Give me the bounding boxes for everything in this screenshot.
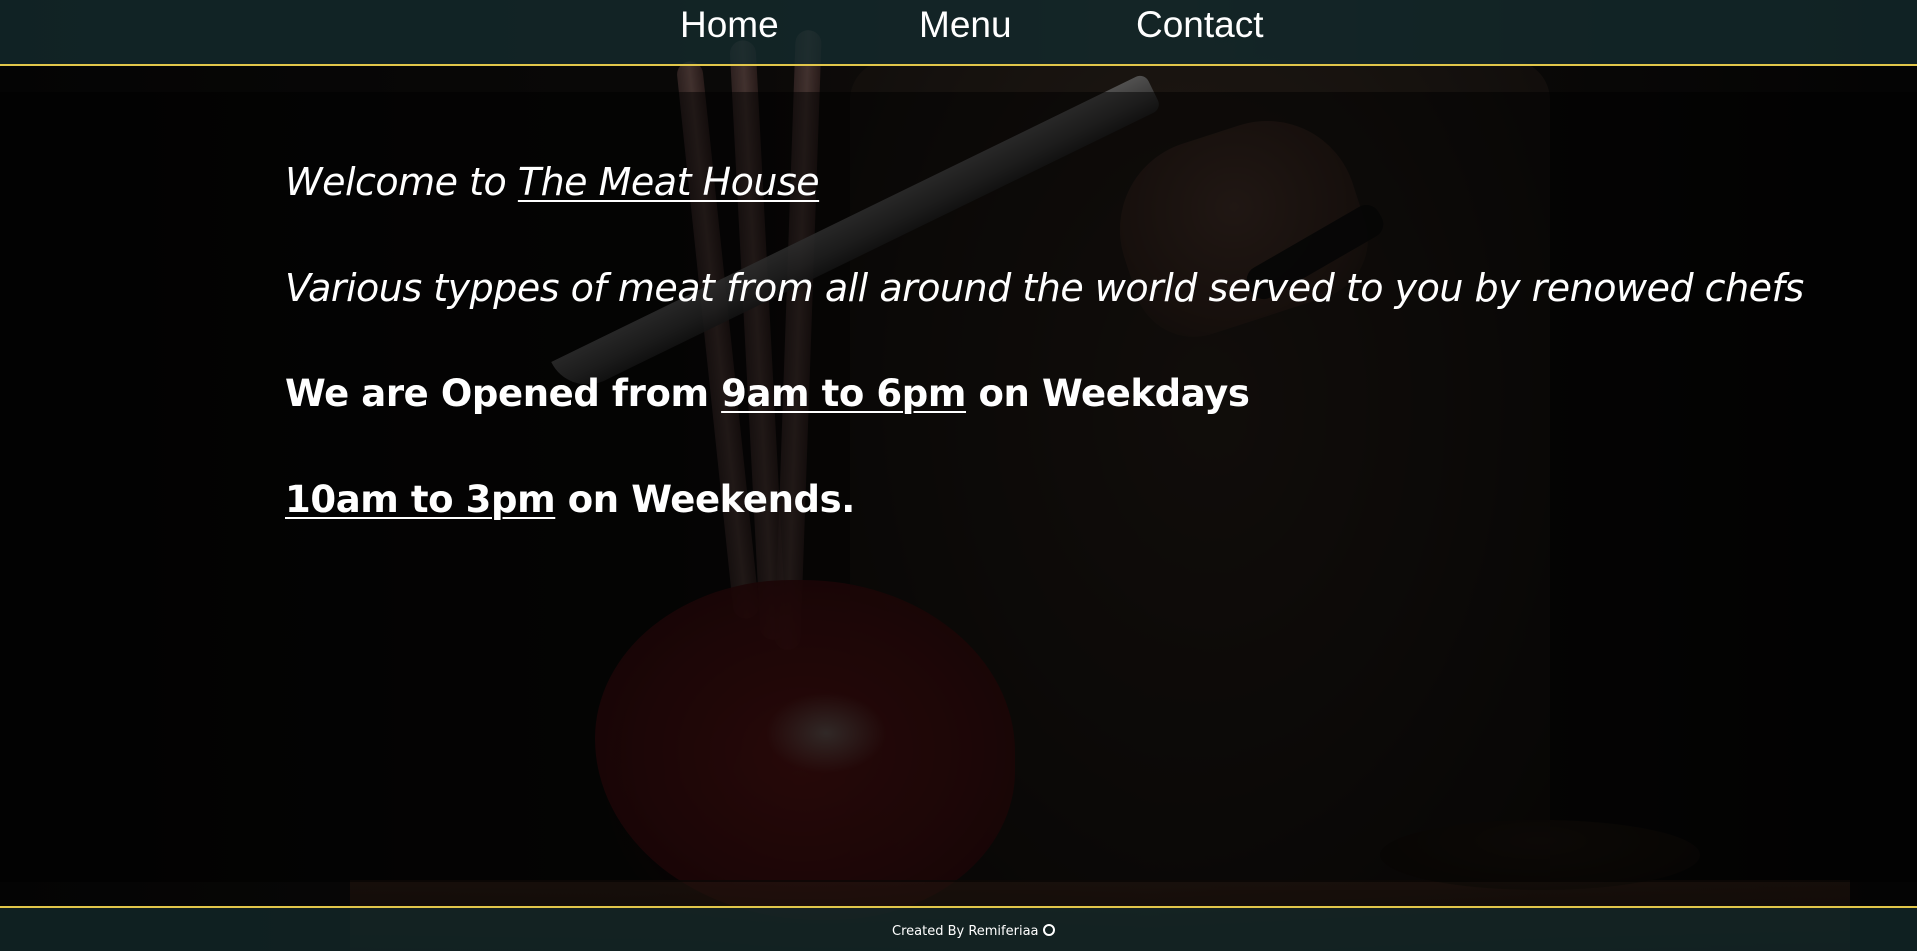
footer-credit-text: Created By Remiferiaa [892,924,1039,939]
nav-menu-link[interactable]: Menu [919,3,1012,47]
welcome-prefix: Welcome to [285,160,518,204]
weekday-prefix: We are Opened from [285,372,722,415]
weekday-time: 9am to 6pm [721,372,967,415]
footer-credit: Created By Remiferiaa [892,924,1055,939]
github-icon[interactable] [1042,924,1055,936]
nav-contact-link[interactable]: Contact [1136,3,1264,47]
top-nav-bar: Home Menu Contact [0,0,1917,66]
weekend-hours: 10am to 3pm on Weekends. [285,478,855,521]
weekend-time: 10am to 3pm [285,478,556,521]
weekend-suffix: on Weekends. [555,478,856,521]
footer-bar: Created By Remiferiaa [0,906,1917,951]
restaurant-name: The Meat House [517,160,820,204]
nav-home-link[interactable]: Home [680,3,779,47]
welcome-heading: Welcome to The Meat House [285,160,820,204]
weekday-suffix: on Weekdays [966,372,1250,415]
weekday-hours: We are Opened from 9am to 6pm on Weekday… [285,372,1250,415]
tagline: Various typpes of meat from all around t… [285,266,1804,310]
